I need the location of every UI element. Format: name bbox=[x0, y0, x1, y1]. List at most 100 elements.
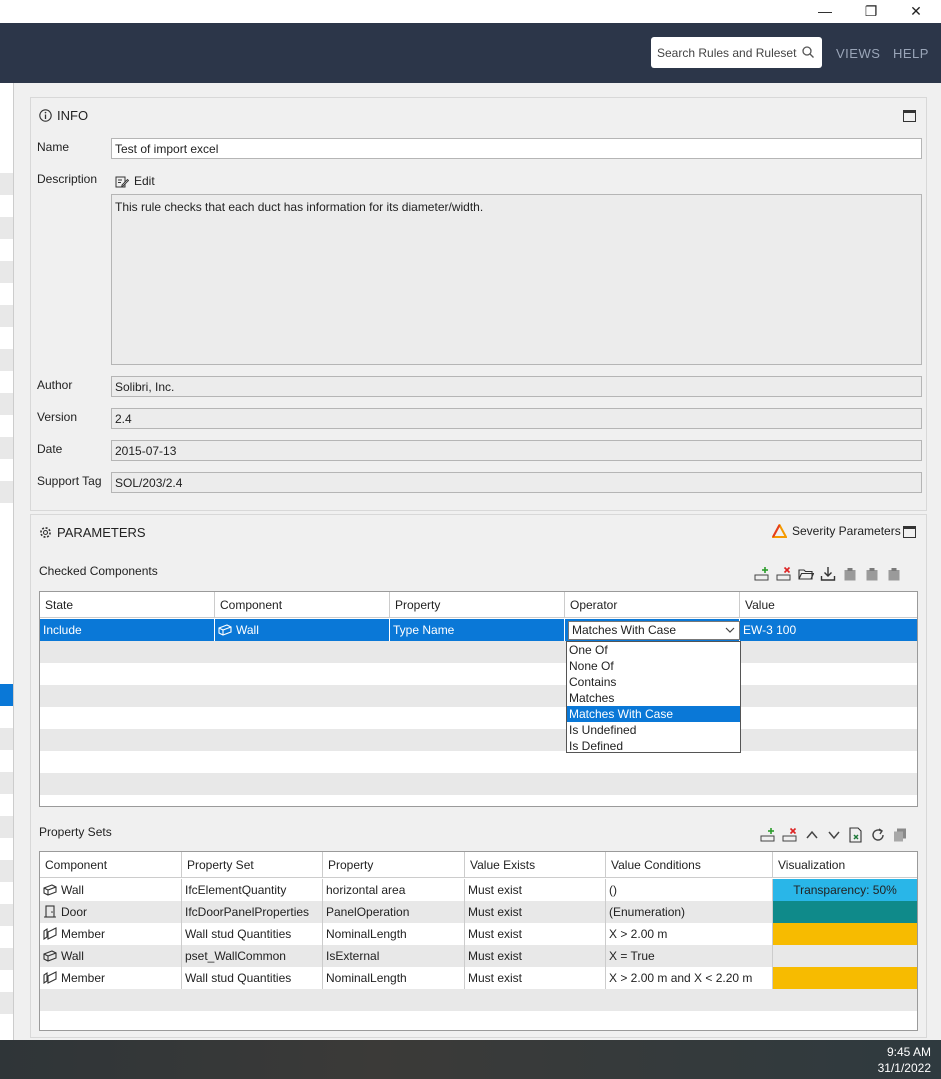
edit-description-button[interactable]: Edit bbox=[115, 174, 155, 188]
column-header[interactable]: Property bbox=[390, 592, 565, 618]
property-set-cell[interactable]: IfcDoorPanelProperties bbox=[182, 901, 323, 923]
table-row[interactable] bbox=[40, 729, 917, 751]
list-item[interactable] bbox=[0, 261, 13, 283]
export-excel-icon[interactable] bbox=[848, 827, 864, 843]
search-input[interactable] bbox=[657, 43, 797, 62]
column-header[interactable]: State bbox=[40, 592, 215, 618]
dropdown-option[interactable]: One Of bbox=[567, 642, 740, 658]
table-row[interactable] bbox=[40, 707, 917, 729]
search-icon[interactable] bbox=[802, 46, 814, 58]
column-header[interactable]: Visualization bbox=[773, 852, 917, 878]
table-row[interactable] bbox=[40, 773, 917, 795]
column-header[interactable]: Component bbox=[40, 852, 182, 878]
table-row[interactable] bbox=[40, 641, 917, 663]
table-row[interactable]: Wall IfcElementQuantity horizontal area … bbox=[40, 879, 917, 901]
list-item[interactable] bbox=[0, 816, 13, 838]
list-item[interactable] bbox=[0, 481, 13, 503]
list-item[interactable] bbox=[0, 860, 13, 882]
component-cell[interactable]: Member bbox=[40, 923, 182, 945]
dropdown-option[interactable]: None Of bbox=[567, 658, 740, 674]
component-cell[interactable]: Wall bbox=[40, 945, 182, 967]
visualization-cell[interactable] bbox=[773, 901, 917, 923]
column-header[interactable]: Property bbox=[323, 852, 465, 878]
visualization-cell[interactable] bbox=[773, 945, 917, 967]
minimize-button[interactable]: — bbox=[815, 2, 835, 20]
maximize-info-button[interactable] bbox=[903, 110, 916, 122]
chevron-down-icon[interactable] bbox=[725, 626, 735, 634]
column-header[interactable]: Operator bbox=[565, 592, 740, 618]
dropdown-option[interactable]: Is Defined bbox=[567, 738, 740, 754]
open-folder-icon[interactable] bbox=[798, 566, 814, 582]
table-row[interactable]: Member Wall stud Quantities NominalLengt… bbox=[40, 967, 917, 989]
property-cell[interactable]: PanelOperation bbox=[323, 901, 465, 923]
author-field[interactable]: Solibri, Inc. bbox=[111, 376, 922, 397]
column-header[interactable]: Value bbox=[740, 592, 917, 618]
component-cell[interactable]: Wall bbox=[215, 619, 390, 641]
chevron-up-icon[interactable] bbox=[804, 827, 820, 843]
dropdown-option[interactable]: Is Undefined bbox=[567, 722, 740, 738]
property-set-cell[interactable]: pset_WallCommon bbox=[182, 945, 323, 967]
list-item[interactable] bbox=[0, 772, 13, 794]
property-set-cell[interactable]: IfcElementQuantity bbox=[182, 879, 323, 901]
table-row-selected[interactable]: Include Wall Type Name EW-3 100 Matches … bbox=[40, 619, 917, 641]
value-conditions-cell[interactable]: X > 2.00 m bbox=[606, 923, 773, 945]
value-exists-cell[interactable]: Must exist bbox=[465, 879, 606, 901]
list-item[interactable] bbox=[0, 349, 13, 371]
property-cell[interactable]: Type Name bbox=[390, 619, 565, 641]
refresh-icon[interactable] bbox=[870, 827, 886, 843]
download-icon[interactable] bbox=[820, 566, 836, 582]
table-row[interactable] bbox=[40, 685, 917, 707]
table-row[interactable] bbox=[40, 751, 917, 773]
description-text[interactable]: This rule checks that each duct has info… bbox=[111, 194, 922, 365]
remove-row-icon[interactable] bbox=[776, 566, 792, 582]
dropdown-option-selected[interactable]: Matches With Case bbox=[567, 706, 740, 722]
property-cell[interactable]: IsExternal bbox=[323, 945, 465, 967]
list-item[interactable] bbox=[0, 305, 13, 327]
list-item[interactable] bbox=[0, 948, 13, 970]
severity-parameters-button[interactable]: Severity Parameters bbox=[772, 524, 901, 538]
column-header[interactable]: Component bbox=[215, 592, 390, 618]
help-link[interactable]: HELP bbox=[893, 46, 929, 61]
value-exists-cell[interactable]: Must exist bbox=[465, 901, 606, 923]
views-link[interactable]: VIEWS bbox=[836, 46, 880, 61]
component-cell[interactable]: Door bbox=[40, 901, 182, 923]
visualization-cell[interactable] bbox=[773, 967, 917, 989]
component-cell[interactable]: Wall bbox=[40, 879, 182, 901]
list-item[interactable] bbox=[0, 992, 13, 1014]
property-cell[interactable]: horizontal area bbox=[323, 879, 465, 901]
value-exists-cell[interactable]: Must exist bbox=[465, 967, 606, 989]
visualization-cell[interactable]: Transparency: 50% bbox=[773, 879, 917, 901]
table-row[interactable] bbox=[40, 989, 917, 1011]
chevron-down-icon[interactable] bbox=[826, 827, 842, 843]
column-header[interactable]: Value Conditions bbox=[606, 852, 773, 878]
support-tag-field[interactable]: SOL/203/2.4 bbox=[111, 472, 922, 493]
table-row[interactable] bbox=[40, 663, 917, 685]
value-exists-cell[interactable]: Must exist bbox=[465, 923, 606, 945]
taskbar-clock[interactable]: 9:45 AM 31/1/2022 bbox=[878, 1044, 931, 1076]
dropdown-option[interactable]: Matches bbox=[567, 690, 740, 706]
list-item[interactable] bbox=[0, 437, 13, 459]
table-row[interactable]: Door IfcDoorPanelProperties PanelOperati… bbox=[40, 901, 917, 923]
value-conditions-cell[interactable]: (Enumeration) bbox=[606, 901, 773, 923]
property-set-cell[interactable]: Wall stud Quantities bbox=[182, 967, 323, 989]
value-exists-cell[interactable]: Must exist bbox=[465, 945, 606, 967]
state-cell[interactable]: Include bbox=[40, 619, 215, 641]
version-field[interactable]: 2.4 bbox=[111, 408, 922, 429]
value-conditions-cell[interactable]: X > 2.00 m and X < 2.20 m bbox=[606, 967, 773, 989]
value-cell[interactable]: EW-3 100 bbox=[740, 619, 917, 641]
remove-row-icon[interactable] bbox=[782, 827, 798, 843]
name-field[interactable]: Test of import excel bbox=[111, 138, 922, 159]
list-item[interactable] bbox=[0, 728, 13, 750]
operator-select[interactable]: Matches With Case bbox=[568, 621, 740, 640]
property-cell[interactable]: NominalLength bbox=[323, 923, 465, 945]
list-item[interactable] bbox=[0, 217, 13, 239]
property-set-cell[interactable]: Wall stud Quantities bbox=[182, 923, 323, 945]
component-cell[interactable]: Member bbox=[40, 967, 182, 989]
maximize-parameters-button[interactable] bbox=[903, 526, 916, 538]
list-item[interactable] bbox=[0, 393, 13, 415]
column-header[interactable]: Value Exists bbox=[465, 852, 606, 878]
search-box[interactable] bbox=[651, 37, 822, 68]
visualization-cell[interactable] bbox=[773, 923, 917, 945]
value-conditions-cell[interactable]: X = True bbox=[606, 945, 773, 967]
value-conditions-cell[interactable]: () bbox=[606, 879, 773, 901]
